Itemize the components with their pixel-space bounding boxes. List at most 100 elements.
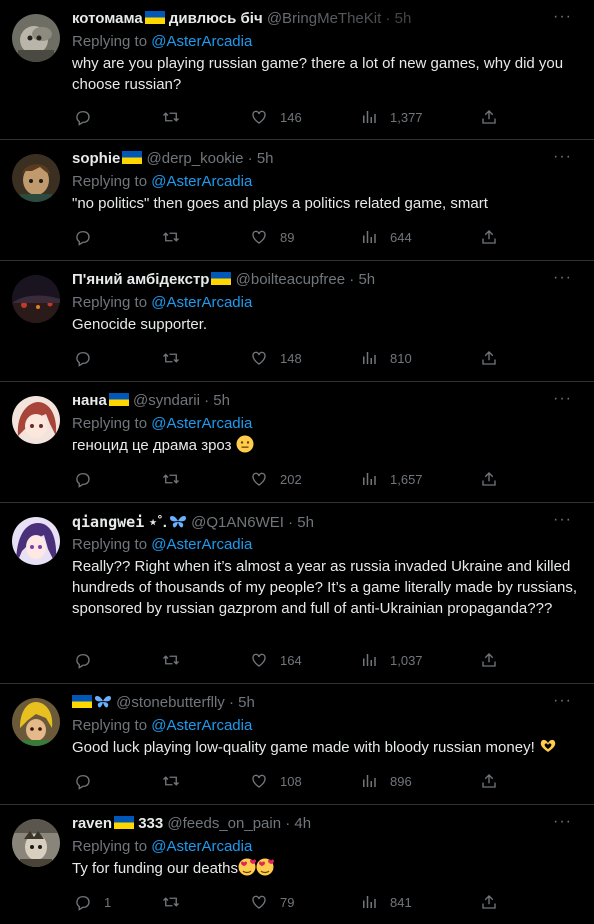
retweet-icon [162, 349, 180, 367]
tweet[interactable]: нана @syndarii · 5h ··· Replying to @Ast… [0, 382, 594, 503]
retweet-button[interactable] [162, 892, 192, 912]
mention-link[interactable]: @AsterArcadia [151, 415, 252, 432]
like-button[interactable]: 89 [250, 227, 294, 247]
tweet[interactable]: raven 333 @feeds_on_pain · 4h ··· Replyi… [0, 805, 594, 924]
share-button[interactable] [480, 348, 498, 368]
display-name[interactable]: sophie [72, 150, 120, 167]
views-count: 810 [390, 350, 412, 366]
avatar[interactable] [12, 517, 60, 565]
retweet-button[interactable] [162, 107, 192, 127]
ukraine-flag-icon [108, 393, 129, 406]
tweet-text-row: Ty for funding our deaths [72, 858, 582, 879]
like-button[interactable]: 164 [250, 650, 302, 670]
views-button[interactable]: 896 [360, 771, 412, 791]
action-bar: 108 896 [72, 771, 512, 791]
share-button[interactable] [480, 650, 498, 670]
avatar[interactable] [12, 396, 60, 444]
share-icon [480, 470, 498, 488]
share-button[interactable] [480, 107, 498, 127]
like-button[interactable]: 148 [250, 348, 302, 368]
share-button[interactable] [480, 771, 498, 791]
separator-dot: · [224, 694, 239, 711]
like-button[interactable]: 146 [250, 107, 302, 127]
user-handle[interactable]: @feeds_on_pain [167, 815, 281, 832]
tweet[interactable]: sophie @derp_kookie · 5h ··· Replying to… [0, 140, 594, 261]
more-icon[interactable]: ··· [553, 391, 572, 407]
timestamp[interactable]: 4h [294, 815, 311, 832]
avatar[interactable] [12, 275, 60, 323]
mention-link[interactable]: @AsterArcadia [151, 838, 252, 855]
avatar[interactable] [12, 698, 60, 746]
mention-link[interactable]: @AsterArcadia [151, 536, 252, 553]
retweet-button[interactable] [162, 227, 192, 247]
like-button[interactable]: 202 [250, 469, 302, 489]
like-button[interactable]: 79 [250, 892, 294, 912]
tweet[interactable]: @stonebutterflly · 5h ··· Replying to @A… [0, 684, 594, 805]
views-button[interactable]: 810 [360, 348, 412, 368]
display-name-suffix: ⋆˚. [148, 514, 167, 531]
like-icon [250, 470, 268, 488]
reply-button[interactable] [74, 650, 104, 670]
timestamp[interactable]: 5h [213, 392, 230, 409]
reply-button[interactable] [74, 771, 104, 791]
reply-button[interactable] [74, 348, 104, 368]
user-handle[interactable]: @boilteacupfree [236, 271, 345, 288]
reply-button[interactable]: 1 [74, 892, 111, 912]
timestamp[interactable]: 5h [297, 514, 314, 531]
display-name[interactable]: нана [72, 392, 107, 409]
like-icon [250, 651, 268, 669]
user-handle[interactable]: @Q1AN6WEI [191, 514, 284, 531]
tweet[interactable]: П'яний амбідекстр @boilteacupfree · 5h ·… [0, 261, 594, 382]
share-icon [480, 228, 498, 246]
mention-link[interactable]: @AsterArcadia [151, 294, 252, 311]
tweet[interactable]: котомама дивлюсь біч @BringMeTheKit · 5h… [0, 0, 594, 140]
timestamp[interactable]: 5h [358, 271, 375, 288]
user-handle[interactable]: @BringMeTheKit [267, 10, 381, 27]
share-button[interactable] [480, 892, 498, 912]
mention-link[interactable]: @AsterArcadia [151, 173, 252, 190]
timestamp[interactable]: 5h [238, 694, 255, 711]
share-icon [480, 651, 498, 669]
like-button[interactable]: 108 [250, 771, 302, 791]
avatar[interactable] [12, 819, 60, 867]
reply-button[interactable] [74, 227, 104, 247]
mention-link[interactable]: @AsterArcadia [151, 33, 252, 50]
views-button[interactable]: 1,657 [360, 469, 423, 489]
avatar[interactable] [12, 14, 60, 62]
retweet-button[interactable] [162, 650, 192, 670]
tweet[interactable]: qiangwei ⋆˚. @Q1AN6WEI · 5h ··· Replying… [0, 503, 594, 684]
timestamp[interactable]: 5h [395, 10, 412, 27]
display-name[interactable]: qiangwei [72, 513, 144, 531]
reply-button[interactable] [74, 107, 104, 127]
user-handle[interactable]: @stonebutterflly [116, 694, 225, 711]
more-icon[interactable]: ··· [553, 270, 572, 286]
more-icon[interactable]: ··· [553, 9, 572, 25]
views-button[interactable]: 1,037 [360, 650, 423, 670]
display-name[interactable]: raven [72, 815, 112, 832]
timestamp[interactable]: 5h [257, 150, 274, 167]
views-button[interactable]: 1,377 [360, 107, 423, 127]
share-button[interactable] [480, 227, 498, 247]
share-button[interactable] [480, 469, 498, 489]
user-handle[interactable]: @derp_kookie [147, 150, 244, 167]
like-icon [250, 893, 268, 911]
tweet-text-row: Good luck playing low-quality game made … [72, 737, 582, 758]
more-icon[interactable]: ··· [553, 512, 572, 528]
views-button[interactable]: 841 [360, 892, 412, 912]
retweet-button[interactable] [162, 469, 192, 489]
reply-button[interactable] [74, 469, 104, 489]
mention-link[interactable]: @AsterArcadia [151, 717, 252, 734]
retweet-button[interactable] [162, 348, 192, 368]
more-icon[interactable]: ··· [553, 149, 572, 165]
display-name-suffix: дивлюсь біч [168, 10, 263, 27]
views-button[interactable]: 644 [360, 227, 412, 247]
more-icon[interactable]: ··· [553, 814, 572, 830]
retweet-button[interactable] [162, 771, 192, 791]
display-name[interactable]: П'яний амбідекстр [72, 271, 209, 288]
display-name[interactable]: котомама [72, 10, 143, 27]
replying-label: Replying to [72, 838, 148, 855]
more-icon[interactable]: ··· [553, 693, 572, 709]
action-bar: 148 810 [72, 348, 512, 368]
avatar[interactable] [12, 154, 60, 202]
user-handle[interactable]: @syndarii [133, 392, 200, 409]
